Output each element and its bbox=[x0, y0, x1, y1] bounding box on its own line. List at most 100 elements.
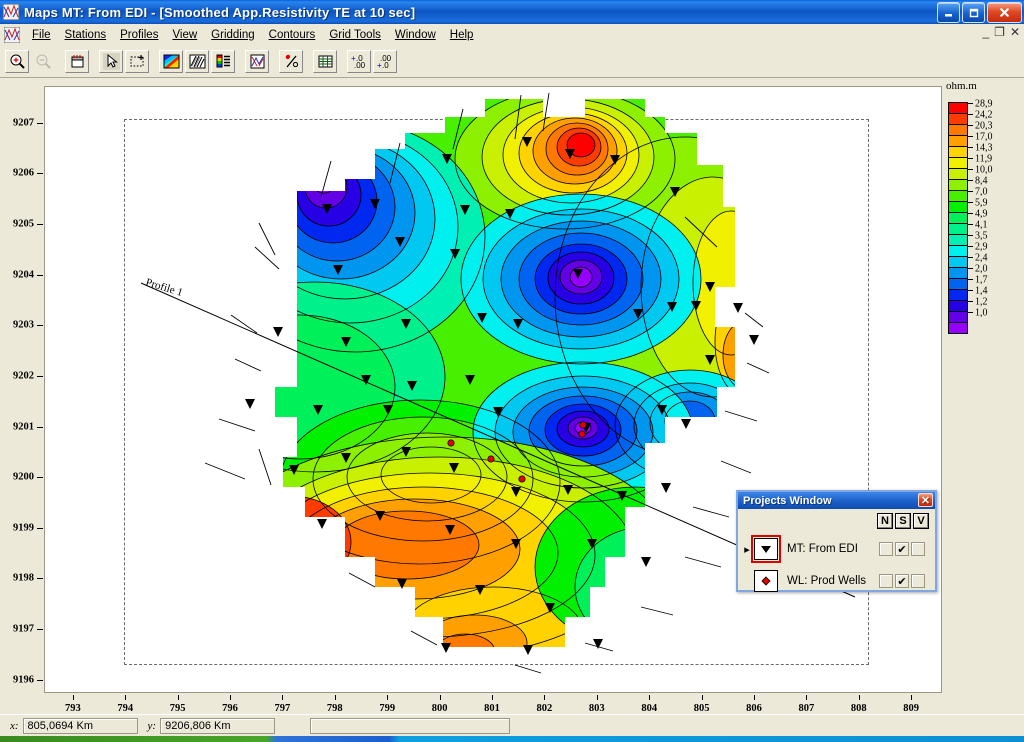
zoom-window-icon bbox=[71, 54, 83, 67]
projects-column-headers: N S V bbox=[877, 513, 929, 529]
document-icon[interactable] bbox=[4, 26, 20, 43]
x-axis-tick-label: 807 bbox=[798, 703, 815, 714]
projects-window-titlebar[interactable]: Projects Window ✕ bbox=[738, 492, 935, 509]
menu-item-window[interactable]: Window bbox=[388, 27, 443, 43]
menu-item-window-label: Window bbox=[394, 28, 436, 41]
y-axis-tick bbox=[37, 274, 43, 276]
column-header-v[interactable]: V bbox=[913, 513, 929, 529]
y-axis-tick bbox=[37, 477, 43, 479]
menu-item-file[interactable]: File bbox=[25, 27, 58, 43]
legend-swatch bbox=[949, 169, 967, 180]
y-axis-tick bbox=[37, 224, 43, 226]
y-axis-tick-label: 9205 bbox=[13, 218, 34, 230]
checkbox-s-mt[interactable]: ✔ bbox=[895, 542, 909, 556]
legend-tick-label: 1,4 bbox=[975, 285, 988, 297]
wl-layer-symbol-button[interactable] bbox=[754, 570, 778, 592]
legend-swatch bbox=[949, 103, 967, 114]
status-bar: x: 805,0694 Km y: 9206,806 Km bbox=[0, 714, 1024, 737]
y-axis-tick bbox=[37, 426, 43, 428]
increase-decimals-button[interactable]: + .0 .00 bbox=[347, 49, 371, 73]
legend-tick bbox=[968, 224, 973, 225]
data-table-button[interactable] bbox=[313, 49, 337, 73]
checkbox-v-mt[interactable] bbox=[911, 542, 925, 556]
mdi-close-button[interactable]: ✕ bbox=[1010, 26, 1020, 38]
legend-swatch bbox=[949, 290, 967, 301]
project-row-mt[interactable]: ▸ MT: From EDI ✔ bbox=[742, 534, 931, 564]
decrease-decimals-button[interactable]: .00 + .0 bbox=[373, 49, 397, 73]
checkbox-s-wl[interactable]: ✔ bbox=[895, 574, 909, 588]
pointer-select-button[interactable] bbox=[99, 49, 123, 73]
legend-tick-label: 8,4 bbox=[975, 175, 988, 187]
column-header-s[interactable]: S bbox=[895, 513, 911, 529]
color-palette-button[interactable] bbox=[159, 49, 183, 73]
checkbox-n-mt[interactable] bbox=[879, 542, 893, 556]
hatch-fill-button[interactable] bbox=[185, 49, 209, 73]
y-axis: 9196 9197 9198 9199 9200 9201 9202 9203 9204 9205… bbox=[0, 86, 44, 693]
resistivity-contour-map[interactable]: Profile 1 bbox=[45, 87, 941, 692]
legend-tick bbox=[968, 103, 973, 104]
project-row-mt-checks: ✔ bbox=[879, 542, 925, 556]
x-axis-tick-label: 797 bbox=[274, 703, 291, 714]
legend-tick-label: 4,9 bbox=[975, 208, 988, 220]
y-axis-tick bbox=[37, 173, 43, 175]
legend-swatch bbox=[949, 202, 967, 213]
y-axis-tick bbox=[37, 679, 43, 681]
increase-decimals-icon: + .0 .00 bbox=[351, 54, 366, 70]
legend-tick-label: 1,2 bbox=[975, 296, 988, 308]
column-header-n[interactable]: N bbox=[877, 513, 893, 529]
legend-tick bbox=[968, 235, 973, 236]
project-row-wl-label: WL: Prod Wells bbox=[787, 575, 867, 587]
maximize-button[interactable] bbox=[962, 2, 985, 23]
menu-item-help[interactable]: Help bbox=[443, 27, 481, 43]
x-axis-tick bbox=[177, 695, 179, 700]
menu-item-view-label: View bbox=[172, 28, 198, 41]
legend-tick bbox=[968, 246, 973, 247]
legend-tick bbox=[968, 180, 973, 181]
projects-window-close-button[interactable]: ✕ bbox=[918, 493, 933, 507]
close-icon: ✕ bbox=[920, 494, 931, 507]
x-axis-tick bbox=[701, 695, 703, 700]
zoom-window-button[interactable] bbox=[65, 49, 89, 73]
grid-overlay-button[interactable] bbox=[245, 49, 269, 73]
y-axis-tick-label: 9203 bbox=[13, 319, 34, 331]
mdi-restore-button[interactable]: ❐ bbox=[994, 26, 1005, 38]
legend-tick bbox=[968, 279, 973, 280]
checkbox-v-wl[interactable] bbox=[911, 574, 925, 588]
legend-tick bbox=[968, 301, 973, 302]
toolbar: + .0 .00 .00 + .0 bbox=[0, 45, 1024, 78]
map-plot-area[interactable]: Profile 1 bbox=[44, 86, 942, 693]
zoom-in-button[interactable] bbox=[5, 49, 29, 73]
minimize-button[interactable] bbox=[937, 2, 960, 23]
project-row-wl[interactable]: WL: Prod Wells ✔ bbox=[742, 566, 931, 596]
menu-item-stations[interactable]: Stations bbox=[58, 27, 114, 43]
y-axis-tick bbox=[37, 578, 43, 580]
menu-item-file-label: File bbox=[32, 28, 51, 41]
zoom-out-button[interactable] bbox=[31, 49, 55, 73]
data-table-icon bbox=[318, 55, 332, 67]
legend-swatch bbox=[949, 224, 967, 235]
close-button[interactable] bbox=[987, 2, 1022, 23]
menu-item-contours[interactable]: Contours bbox=[262, 27, 323, 43]
hatch-fill-icon bbox=[189, 54, 205, 68]
menu-item-gridding[interactable]: Gridding bbox=[204, 27, 261, 43]
projects-window[interactable]: Projects Window ✕ N S V ▸ MT: From EDI ✔… bbox=[736, 490, 937, 592]
checkbox-n-wl[interactable] bbox=[879, 574, 893, 588]
station-markers-button[interactable] bbox=[279, 49, 303, 73]
menu-item-profiles[interactable]: Profiles bbox=[113, 27, 165, 43]
maps-app-icon bbox=[3, 4, 19, 20]
project-row-mt-label: MT: From EDI bbox=[787, 543, 858, 555]
rubber-band-select-button[interactable] bbox=[125, 49, 149, 73]
x-axis-tick bbox=[649, 695, 651, 700]
x-axis-tick-label: 804 bbox=[641, 703, 658, 714]
mt-layer-symbol-button[interactable] bbox=[751, 535, 781, 563]
x-axis-tick-label: 806 bbox=[746, 703, 762, 714]
x-axis-tick bbox=[753, 695, 755, 700]
y-axis-tick bbox=[37, 629, 43, 631]
legend-tick bbox=[968, 312, 973, 313]
legend-tick-label: 4,1 bbox=[975, 219, 988, 231]
window-controls bbox=[937, 2, 1022, 23]
menu-item-view[interactable]: View bbox=[165, 27, 204, 43]
color-legend-button[interactable] bbox=[211, 49, 235, 73]
menu-item-grid-tools[interactable]: Grid Tools bbox=[322, 27, 388, 43]
mdi-minimize-button[interactable]: _ bbox=[982, 26, 989, 38]
